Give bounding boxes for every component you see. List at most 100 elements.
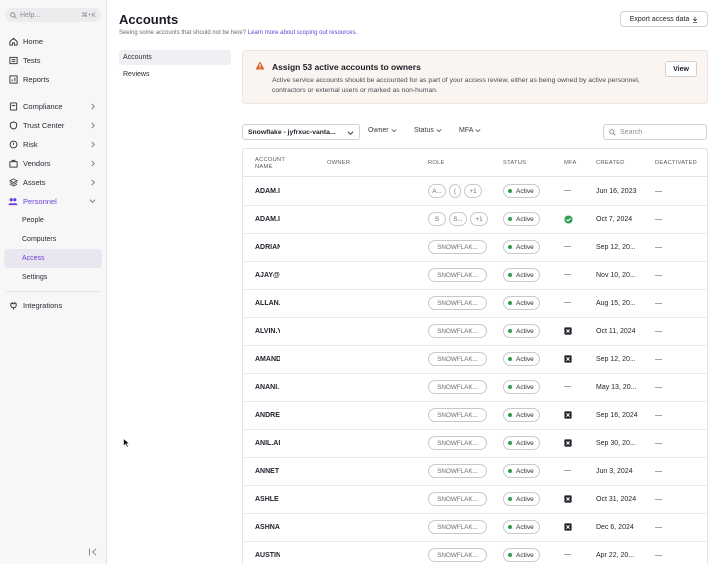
- account-name-cell[interactable]: ADRIAN: [255, 244, 280, 251]
- nav-trust-center[interactable]: Trust Center: [4, 116, 102, 135]
- role-pill[interactable]: SNOWFLAK...: [428, 408, 487, 422]
- role-pill[interactable]: (: [449, 184, 461, 198]
- status-filter[interactable]: Status: [414, 127, 442, 134]
- role-pill[interactable]: SNOWFLAK...: [428, 492, 487, 506]
- collapse-sidebar-icon[interactable]: [88, 547, 98, 557]
- account-name-cell[interactable]: AMAND: [255, 356, 280, 363]
- col-status[interactable]: STATUS: [503, 160, 526, 167]
- table-row[interactable]: ANNET SNOWFLAK... Active — Jun 3, 2024 —: [243, 458, 707, 486]
- table-row[interactable]: ASHNA SNOWFLAK... Active Dec 6, 2024 —: [243, 514, 707, 542]
- role-pill[interactable]: SNOWFLAK...: [428, 520, 487, 534]
- table-row[interactable]: ASHLE SNOWFLAK... Active Oct 31, 2024 —: [243, 486, 707, 514]
- nav-sub-computers[interactable]: Computers: [4, 230, 102, 249]
- account-name-cell[interactable]: ANIL.AI: [255, 440, 280, 447]
- status-label: Active: [516, 355, 534, 363]
- owner-filter[interactable]: Owner: [368, 127, 397, 134]
- owner-cell[interactable]: [325, 239, 420, 257]
- nav-risk[interactable]: Risk: [4, 135, 102, 154]
- owner-cell[interactable]: [325, 407, 420, 425]
- table-row[interactable]: AJAY@ SNOWFLAK... Active — Nov 10, 20... —: [243, 262, 707, 290]
- role-pill[interactable]: SNOWFLAK...: [428, 268, 487, 282]
- nav-sub-people[interactable]: People: [4, 211, 102, 230]
- table-row[interactable]: ADRIAN SNOWFLAK... Active — Sep 12, 20... —: [243, 234, 707, 262]
- owner-cell[interactable]: [325, 379, 420, 397]
- col-owner[interactable]: OWNER: [327, 160, 350, 167]
- alert-view-button[interactable]: View: [665, 61, 697, 77]
- table-search-input[interactable]: Search: [603, 124, 707, 140]
- col-mfa[interactable]: MFA: [564, 160, 577, 167]
- role-pill[interactable]: +1: [470, 212, 488, 226]
- owner-cell[interactable]: [325, 351, 420, 369]
- deactivated-cell: —: [655, 216, 662, 223]
- role-pill[interactable]: SNOWFLAK...: [428, 240, 487, 254]
- role-pill[interactable]: SNOWFLAK...: [428, 324, 487, 338]
- nav-vendors[interactable]: Vendors: [4, 154, 102, 173]
- account-name-cell[interactable]: ADAM.I: [255, 216, 280, 223]
- owner-cell[interactable]: [325, 547, 420, 564]
- role-pill[interactable]: A...: [428, 184, 446, 198]
- account-name-cell[interactable]: AJAY@: [255, 272, 280, 279]
- source-select[interactable]: Snowflake - jyfrxuc-vanta...: [242, 124, 360, 140]
- subnav-reviews[interactable]: Reviews: [119, 67, 231, 82]
- role-pill[interactable]: SNOWFLAK...: [428, 296, 487, 310]
- col-role[interactable]: ROLE: [428, 160, 445, 167]
- account-name-cell[interactable]: ALVIN.Y: [255, 328, 280, 335]
- role-pill[interactable]: +1: [464, 184, 482, 198]
- owner-cell[interactable]: [325, 435, 420, 453]
- role-pill[interactable]: S...: [449, 212, 467, 226]
- nav-reports[interactable]: Reports: [4, 70, 102, 89]
- role-pill[interactable]: S: [428, 212, 446, 226]
- deactivated-cell: —: [655, 356, 662, 363]
- account-name-cell[interactable]: ANNET: [255, 468, 280, 475]
- account-name-cell[interactable]: ASHNA: [255, 524, 280, 531]
- table-row[interactable]: AMAND SNOWFLAK... Active Sep 12, 20... —: [243, 346, 707, 374]
- shield-icon: [8, 121, 18, 131]
- nav-home[interactable]: Home: [4, 32, 102, 51]
- owner-cell[interactable]: [325, 267, 420, 285]
- table-row[interactable]: ALVIN.Y SNOWFLAK... Active Oct 11, 2024 —: [243, 318, 707, 346]
- table-row[interactable]: ANANI. SNOWFLAK... Active — May 13, 20... —: [243, 374, 707, 402]
- account-name-cell[interactable]: ANDRE: [255, 412, 280, 419]
- col-created[interactable]: CREATED: [596, 160, 625, 167]
- owner-cell[interactable]: [325, 183, 420, 201]
- nav-assets[interactable]: Assets: [4, 173, 102, 192]
- account-name-cell[interactable]: ADAM.I: [255, 188, 280, 195]
- scoping-resources-link[interactable]: Learn more about scoping out resources.: [248, 30, 357, 36]
- nav-sub-access[interactable]: Access: [4, 249, 102, 268]
- owner-cell[interactable]: [325, 519, 420, 537]
- owner-cell[interactable]: [325, 323, 420, 341]
- owner-cell[interactable]: [325, 211, 420, 229]
- nav-personnel[interactable]: Personnel: [4, 192, 102, 211]
- table-row[interactable]: ADAM.I A...(+1 Active — Jun 16, 2023 —: [243, 178, 707, 206]
- mfa-filter[interactable]: MFA: [459, 127, 481, 134]
- role-cell: SNOWFLAK...: [428, 324, 490, 338]
- role-cell: SNOWFLAK...: [428, 520, 490, 534]
- owner-cell[interactable]: [325, 463, 420, 481]
- table-row[interactable]: ALLAN. SNOWFLAK... Active — Aug 15, 20... —: [243, 290, 707, 318]
- account-name-cell[interactable]: AUSTIN: [255, 552, 280, 559]
- subnav-accounts[interactable]: Accounts: [119, 50, 231, 65]
- export-access-data-button[interactable]: Export access data: [620, 11, 708, 27]
- role-pill[interactable]: SNOWFLAK...: [428, 464, 487, 478]
- help-search[interactable]: Help... ⌘+K: [5, 8, 101, 22]
- table-row[interactable]: ANDRE SNOWFLAK... Active Sep 16, 2024 —: [243, 402, 707, 430]
- account-name-cell[interactable]: ASHLE: [255, 496, 280, 503]
- role-pill[interactable]: SNOWFLAK...: [428, 548, 487, 562]
- account-name-cell[interactable]: ALLAN.: [255, 300, 280, 307]
- role-pill[interactable]: SNOWFLAK...: [428, 436, 487, 450]
- role-pill[interactable]: SNOWFLAK...: [428, 380, 487, 394]
- nav-sub-settings[interactable]: Settings: [4, 268, 102, 287]
- table-row[interactable]: ADAM.I S S... +1 Active Oct 7, 2024 —: [243, 206, 707, 234]
- owner-cell[interactable]: [325, 491, 420, 509]
- account-name-cell[interactable]: ANANI.: [255, 384, 280, 391]
- table-row[interactable]: AUSTIN SNOWFLAK... Active — Apr 22, 20... —: [243, 542, 707, 564]
- nav-tests[interactable]: Tests: [4, 51, 102, 70]
- table-row[interactable]: ANIL.AI SNOWFLAK... Active Sep 30, 20... —: [243, 430, 707, 458]
- nav-compliance[interactable]: Compliance: [4, 97, 102, 116]
- col-deactivated[interactable]: DEACTIVATED: [655, 160, 697, 167]
- role-pill[interactable]: SNOWFLAK...: [428, 352, 487, 366]
- compliance-icon: [8, 102, 18, 112]
- owner-cell[interactable]: [325, 295, 420, 313]
- col-account-name[interactable]: ACCOUNT NAME: [255, 157, 285, 171]
- nav-integrations[interactable]: Integrations: [4, 296, 102, 315]
